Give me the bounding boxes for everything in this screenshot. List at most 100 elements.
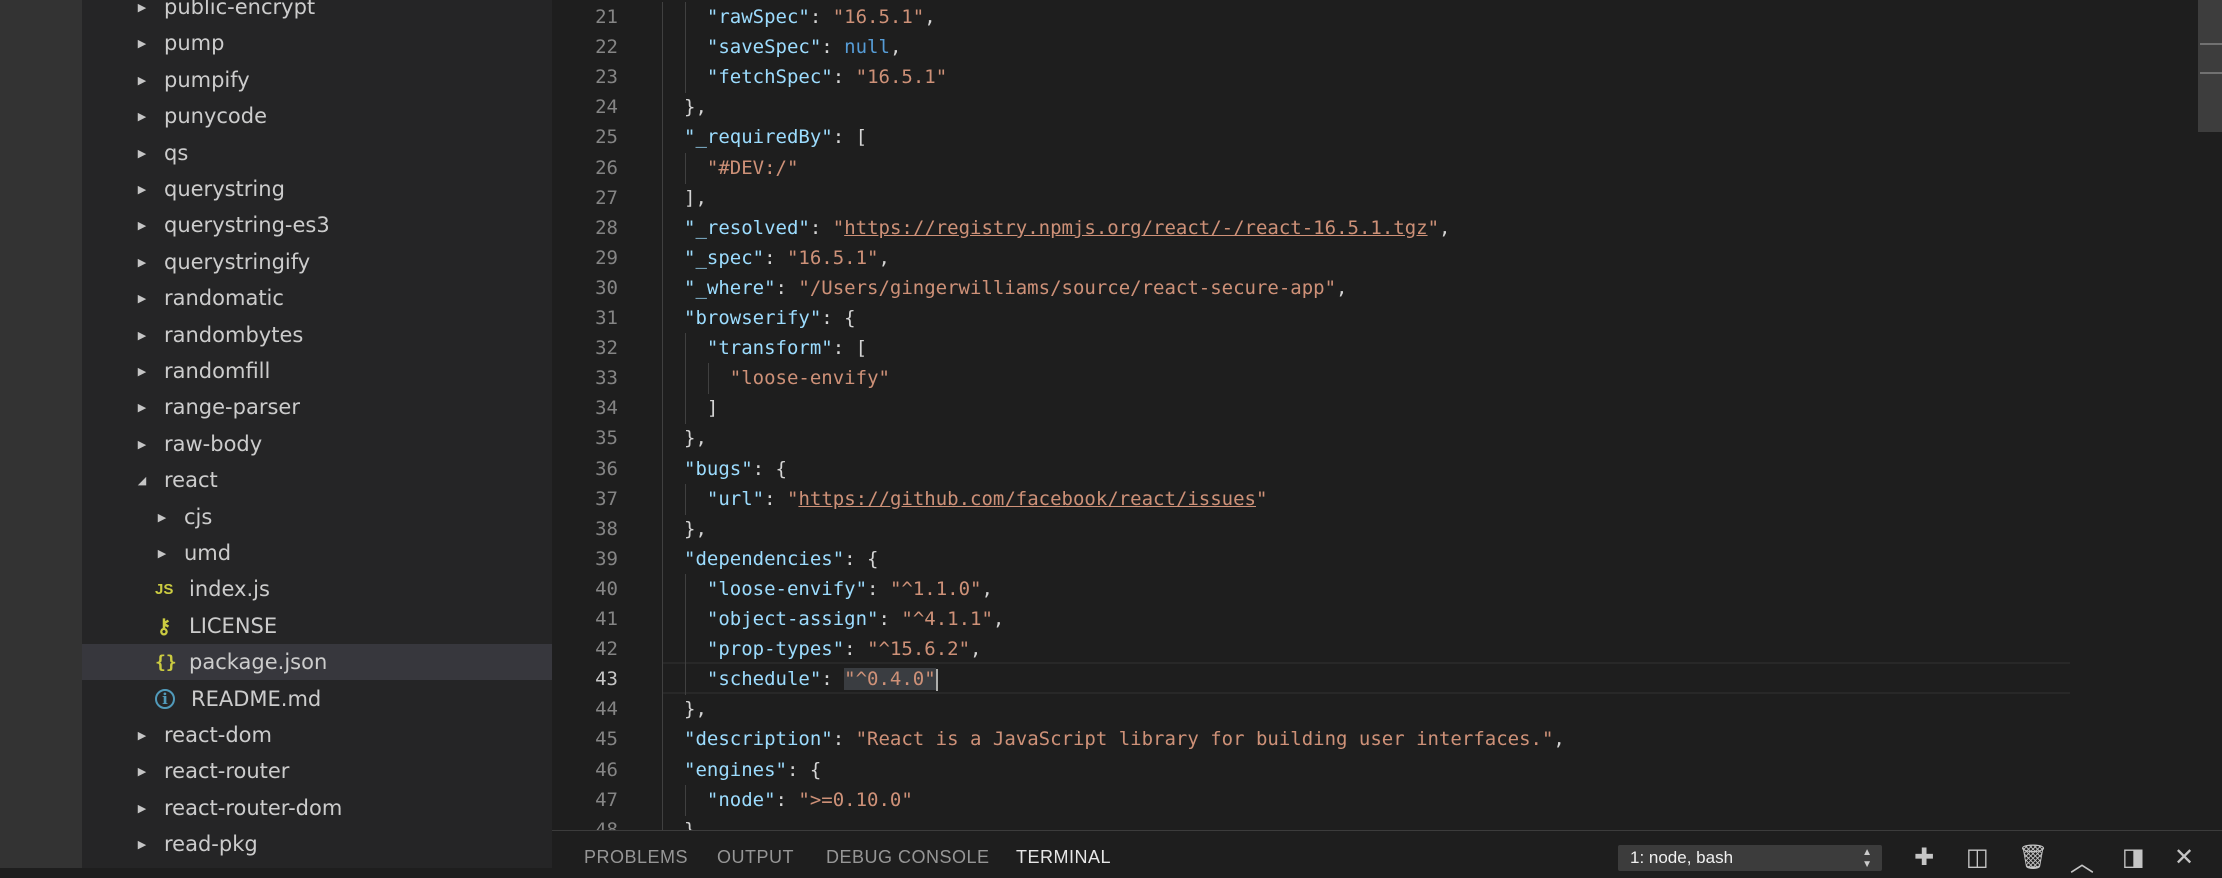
folder-item-randomatic[interactable]: ▶ randomatic	[82, 280, 552, 316]
line-number: 31	[595, 307, 618, 329]
indent-guide	[685, 153, 686, 184]
indent-guide	[662, 785, 663, 816]
indent-guide	[662, 183, 663, 214]
folder-item-punycode[interactable]: ▶ punycode	[82, 98, 552, 134]
indent-guide	[685, 634, 686, 665]
chevron-right-icon: ▶	[137, 255, 147, 269]
code-token: :	[821, 668, 845, 690]
code-text: "loose-envify"	[730, 363, 890, 393]
code-text: ],	[684, 183, 707, 213]
code-token: "node"	[706, 789, 776, 811]
folder-item-pumpify[interactable]: ▶ pumpify	[82, 62, 552, 98]
tree-item-label: read-pkg	[164, 832, 258, 856]
code-token: "saveSpec"	[706, 36, 822, 58]
code-line: 37 "url": "https://github.com/facebook/re…	[552, 484, 2192, 514]
code-editor[interactable]: 21 "rawSpec": "16.5.1", 22 "saveSpec": null…	[552, 0, 2222, 830]
code-text: },	[684, 423, 707, 453]
code-token: ,	[1439, 217, 1451, 239]
tree-item-label: umd	[184, 541, 232, 565]
code-token: "^4.1.1"	[901, 608, 993, 630]
code-token: "bugs"	[684, 458, 753, 480]
folder-item-randombytes[interactable]: ▶ randombytes	[82, 317, 552, 353]
panel-tab-debug-console[interactable]: DEBUG CONSOLE	[826, 847, 990, 868]
code-token: "loose-envify"	[706, 578, 868, 600]
code-token: "loose-envify"	[729, 367, 890, 389]
code-token: :	[809, 217, 833, 239]
folder-item-react-router-dom[interactable]: ▶ react-router-dom	[82, 790, 552, 826]
indent-guide	[685, 604, 686, 635]
folder-item-umd[interactable]: ▶ umd	[82, 535, 552, 571]
tree-item-label: qs	[164, 141, 189, 165]
code-line: 36 "bugs": {	[552, 454, 2192, 484]
code-token: :	[832, 728, 856, 750]
folder-item-react[interactable]: ◢ react	[82, 462, 552, 498]
code-text: "_where": "/Users/gingerwilliams/source/…	[684, 273, 1348, 303]
code-token: "16.5.1"	[832, 6, 925, 28]
close-panel-icon[interactable]: ✕	[2174, 843, 2194, 871]
line-number: 30	[595, 277, 618, 299]
folder-item-querystring[interactable]: ▶ querystring	[82, 171, 552, 207]
folder-item-cjs[interactable]: ▶ cjs	[82, 499, 552, 535]
code-line: 31 "browserify": {	[552, 303, 2192, 333]
code-text: "rawSpec": "16.5.1",	[707, 2, 936, 32]
line-number: 28	[595, 217, 618, 239]
file-item-index-js[interactable]: JS index.js	[82, 571, 552, 607]
panel-tab-output[interactable]: OUTPUT	[717, 847, 794, 868]
trash-icon[interactable]: 🗑	[2018, 843, 2048, 871]
tree-item-label: index.js	[189, 577, 270, 601]
terminal-selector[interactable]: 1: node, bash ▲ ▼	[1618, 845, 1882, 871]
code-line: 22 "saveSpec": null,	[552, 32, 2192, 62]
indent-guide	[662, 574, 663, 605]
code-line: 32 "transform": [	[552, 333, 2192, 363]
indent-guide	[685, 664, 686, 695]
code-token: ],	[684, 187, 707, 209]
code-line: 39 "dependencies": {	[552, 544, 2192, 574]
line-number: 21	[595, 6, 618, 28]
file-item-package-json[interactable]: {} package.json	[82, 644, 552, 680]
panel-tab-problems[interactable]: PROBLEMS	[584, 847, 688, 868]
indent-guide	[685, 484, 686, 515]
new-terminal-icon[interactable]: ✚	[1914, 843, 1934, 871]
panel-tab-terminal[interactable]: TERMINAL	[1016, 847, 1111, 868]
folder-item-querystringify[interactable]: ▶ querystringify	[82, 244, 552, 280]
toggle-panel-position-icon[interactable]: ◨	[2122, 843, 2145, 871]
tree-item-label: pump	[164, 31, 225, 55]
indent-guide	[662, 484, 663, 515]
indent-guide	[662, 2, 663, 33]
code-token: ,	[1553, 728, 1565, 750]
code-token: :	[832, 66, 856, 88]
code-token: "prop-types"	[706, 638, 845, 660]
json-file-icon: {}	[155, 651, 177, 673]
folder-item-react-dom[interactable]: ▶ react-dom	[82, 717, 552, 753]
line-number: 48	[595, 819, 618, 830]
code-token: :	[844, 638, 868, 660]
editor-scrollbar-thumb[interactable]	[2198, 0, 2222, 132]
maximize-panel-icon[interactable]: ︿	[2070, 843, 2094, 878]
line-number: 42	[595, 638, 618, 660]
indent-guide	[662, 153, 663, 184]
folder-item-qs[interactable]: ▶ qs	[82, 135, 552, 171]
line-number: 27	[595, 187, 618, 209]
code-token: },	[684, 427, 707, 449]
folder-item-pump[interactable]: ▶ pump	[82, 25, 552, 61]
folder-item-read-pkg[interactable]: ▶ read-pkg	[82, 826, 552, 862]
file-item-license[interactable]: ⚷ LICENSE	[82, 608, 552, 644]
code-text: "bugs": {	[684, 454, 787, 484]
tree-item-label: range-parser	[164, 395, 300, 419]
tree-item-label: react-router	[164, 759, 290, 783]
tree-item-label: punycode	[164, 104, 268, 128]
code-line: 27],	[552, 183, 2192, 213]
code-token: "browserify"	[684, 307, 822, 329]
code-token: "/Users/gingerwilliams/source/react-secu…	[798, 277, 1337, 299]
folder-item-range-parser[interactable]: ▶ range-parser	[82, 389, 552, 425]
code-token: ,	[878, 247, 890, 269]
folder-item-raw-body[interactable]: ▶ raw-body	[82, 426, 552, 462]
file-item-readme-md[interactable]: i README.md	[82, 681, 552, 717]
indent-guide	[662, 694, 663, 725]
folder-item-public-encrypt[interactable]: ▶ public-encrypt	[82, 0, 552, 25]
folder-item-randomfill[interactable]: ▶ randomfill	[82, 353, 552, 389]
folder-item-querystring-es3[interactable]: ▶ querystring-es3	[82, 207, 552, 243]
split-terminal-icon[interactable]: ◫	[1966, 843, 1989, 871]
folder-item-react-router[interactable]: ▶ react-router	[82, 753, 552, 789]
indent-guide	[708, 363, 709, 394]
